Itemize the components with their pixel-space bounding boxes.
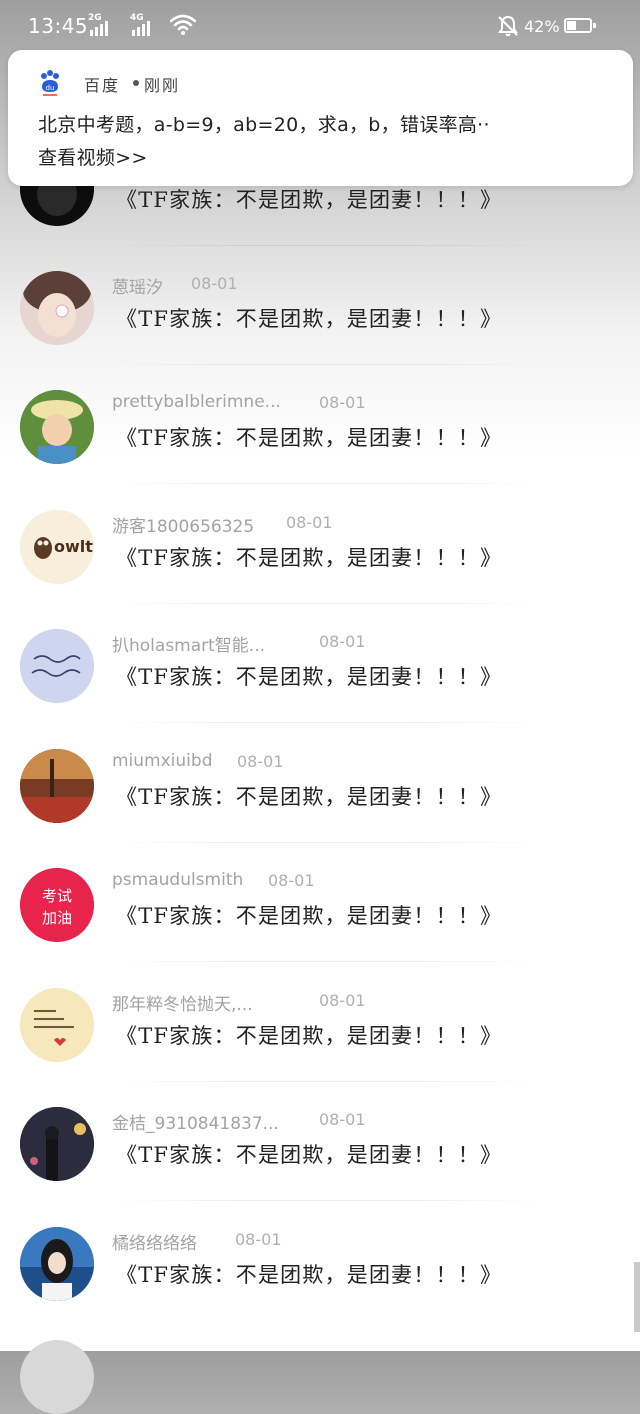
- avatar[interactable]: [20, 1227, 94, 1301]
- avatar[interactable]: [20, 1107, 94, 1181]
- baidu-paw-icon: du: [41, 70, 59, 96]
- svg-text:考试: 考试: [42, 887, 72, 905]
- comment-username[interactable]: 游客1800656325: [112, 512, 254, 537]
- svg-text:owlt: owlt: [54, 537, 93, 556]
- avatar[interactable]: [20, 988, 94, 1062]
- comment-username[interactable]: 蒽瑶汐: [112, 273, 163, 298]
- comment-date: 08-01: [237, 752, 284, 771]
- signal-2g-icon: 2G: [88, 13, 114, 36]
- comment-username[interactable]: 扒holasmart智能...: [112, 631, 265, 656]
- comment-username[interactable]: 那年粹冬恰抛天,...: [112, 990, 253, 1015]
- comment-text: 《TF家族：不是团欺，是团妻！！！》: [116, 1024, 503, 1048]
- svg-text:加油: 加油: [42, 909, 72, 927]
- separator-dot: [133, 80, 139, 86]
- comment-text: 《TF家族：不是团欺，是团妻！！！》: [116, 546, 503, 570]
- comment-date: 08-01: [319, 1110, 366, 1129]
- comment-username[interactable]: psmaudulsmith: [112, 870, 243, 890]
- battery-percent: 42%: [524, 17, 560, 36]
- comment-date: 08-01: [319, 991, 366, 1010]
- status-bar: 13:45 2G 4G 42%: [0, 0, 640, 54]
- avatar[interactable]: [20, 271, 94, 345]
- signal-4g-icon: 4G: [130, 13, 156, 36]
- comment-date: 08-01: [268, 871, 315, 890]
- status-time: 13:45: [28, 14, 89, 38]
- comment-text: 《TF家族：不是团欺，是团妻！！！》: [116, 307, 503, 331]
- avatar[interactable]: [20, 749, 94, 823]
- comment-username[interactable]: miumxiuibd: [112, 751, 212, 771]
- comment-item[interactable]: miumxiuibd 08-01 《TF家族：不是团欺，是团妻！！！》: [0, 723, 640, 843]
- comment-text: 《TF家族：不是团欺，是团妻！！！》: [116, 1263, 503, 1287]
- mute-icon: [498, 15, 518, 37]
- comment-date: 08-01: [286, 513, 333, 532]
- comment-text: 《TF家族：不是团欺，是团妻！！！》: [116, 785, 503, 809]
- comment-item[interactable]: owlt 游客1800656325 08-01 《TF家族：不是团欺，是团妻！！…: [0, 484, 640, 604]
- comment-item[interactable]: 那年粹冬恰抛天,... 08-01 《TF家族：不是团欺，是团妻！！！》: [0, 962, 640, 1082]
- comment-username[interactable]: prettybalblerimne...: [112, 392, 281, 412]
- comment-username[interactable]: 金桔_9310841837...: [112, 1109, 279, 1134]
- battery-fill: [567, 21, 576, 30]
- comment-item[interactable]: 橘络络络络 08-01 《TF家族：不是团欺，是团妻！！！》: [0, 1201, 640, 1321]
- comment-item[interactable]: 扒holasmart智能... 08-01 《TF家族：不是团欺，是团妻！！！》: [0, 603, 640, 723]
- comment-date: 08-01: [319, 632, 366, 651]
- battery-icon: [564, 18, 596, 33]
- comment-text: 《TF家族：不是团欺，是团妻！！！》: [116, 665, 503, 689]
- comment-date: 08-01: [191, 274, 238, 293]
- notification-link[interactable]: 查看视频>>: [38, 143, 148, 170]
- comment-item[interactable]: prettybalblerimne... 08-01 《TF家族：不是团欺，是团…: [0, 364, 640, 484]
- comment-text: 《TF家族：不是团欺，是团妻！！！》: [116, 1143, 503, 1167]
- comment-text: 《TF家族：不是团欺，是团妻！！！》: [116, 904, 503, 928]
- scrollbar[interactable]: [634, 1262, 640, 1332]
- avatar[interactable]: [20, 1340, 94, 1414]
- wifi-icon: [170, 14, 196, 35]
- comment-username[interactable]: 橘络络络络: [112, 1229, 197, 1254]
- comment-item[interactable]: 金桔_9310841837... 08-01 《TF家族：不是团欺，是团妻！！！…: [0, 1081, 640, 1201]
- comment-item[interactable]: 考试 加油 psmaudulsmith 08-01 《TF家族：不是团欺，是团妻…: [0, 842, 640, 962]
- avatar[interactable]: 考试 加油: [20, 868, 94, 942]
- notification-time: 刚刚: [144, 76, 181, 95]
- comment-date: 08-01: [235, 1230, 282, 1249]
- comment-text: 《TF家族：不是团欺，是团妻！！！》: [116, 188, 503, 212]
- comment-item[interactable]: 蒽瑶汐 08-01 《TF家族：不是团欺，是团妻！！！》: [0, 245, 640, 365]
- svg-text:du: du: [46, 84, 55, 92]
- avatar[interactable]: [20, 390, 94, 464]
- notification-app-name: 百度: [84, 76, 121, 95]
- notification-title: 北京中考题，a-b=9，ab=20，求a，b，错误率高··: [38, 114, 490, 136]
- avatar[interactable]: [20, 629, 94, 703]
- push-notification[interactable]: du 百度 刚刚 北京中考题，a-b=9，ab=20，求a，b，错误率高·· 查…: [8, 50, 633, 186]
- comment-text: 《TF家族：不是团欺，是团妻！！！》: [116, 426, 503, 450]
- avatar[interactable]: owlt: [20, 510, 94, 584]
- comment-date: 08-01: [319, 393, 366, 412]
